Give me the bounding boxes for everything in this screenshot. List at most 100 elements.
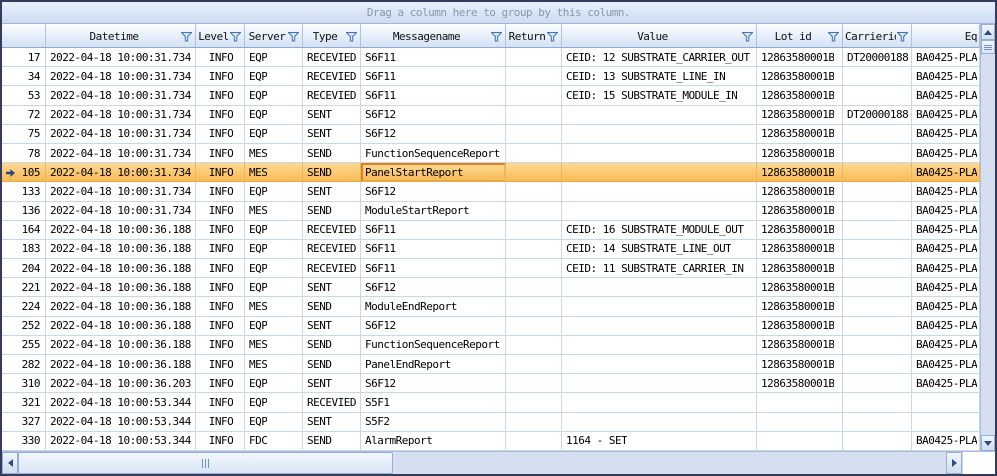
horizontal-scroll-track[interactable] [393,452,946,474]
cell-return[interactable] [506,221,562,240]
cell-level[interactable]: INFO [196,106,245,125]
cell-value[interactable] [562,393,757,412]
cell-return[interactable] [506,432,562,451]
cell-datetime[interactable]: 2022-04-18 10:00:31.734 [46,106,196,125]
filter-icon[interactable] [180,30,193,42]
column-header-value[interactable]: Value [562,24,757,48]
cell-server[interactable]: EQP [245,240,303,259]
row-indicator[interactable]: 327 [2,413,46,432]
cell-return[interactable] [506,48,562,67]
cell-type[interactable]: SENT [303,125,361,144]
scroll-right-button[interactable] [946,452,962,474]
cell-type[interactable]: SEND [303,144,361,163]
cell-server[interactable]: EQP [245,278,303,297]
cell-messagename[interactable]: S6F12 [361,106,506,125]
cell-server[interactable]: EQP [245,86,303,105]
filter-icon[interactable] [287,30,300,42]
cell-value[interactable]: CEID: 15 SUBSTRATE_MODULE_IN [562,86,757,105]
cell-eq[interactable]: BA0425-PLA [912,240,980,259]
vertical-scroll-thumb[interactable] [981,40,995,54]
cell-messagename[interactable]: S6F12 [361,317,506,336]
cell-server[interactable]: EQP [245,413,303,432]
cell-eq[interactable]: BA0425-PLA [912,432,980,451]
cell-value[interactable] [562,182,757,201]
cell-datetime[interactable]: 2022-04-18 10:00:53.344 [46,413,196,432]
cell-lot-id[interactable] [757,393,843,412]
cell-type[interactable]: SEND [303,432,361,451]
cell-messagename[interactable]: S6F11 [361,86,506,105]
cell-value[interactable] [562,202,757,221]
row-indicator[interactable]: 310 [2,374,46,393]
cell-return[interactable] [506,125,562,144]
cell-lot-id[interactable]: 12863580001B [757,297,843,316]
cell-eq[interactable]: BA0425-PLA [912,163,980,182]
cell-lot-id[interactable]: 12863580001B [757,317,843,336]
cell-lot-id[interactable]: 12863580001B [757,221,843,240]
cell-messagename[interactable]: S6F11 [361,48,506,67]
cell-value[interactable] [562,355,757,374]
filter-icon[interactable] [827,30,840,42]
table-row[interactable]: 2552022-04-18 10:00:36.188INFOMESSENDFun… [2,336,980,355]
cell-level[interactable]: INFO [196,48,245,67]
cell-datetime[interactable]: 2022-04-18 10:00:36.188 [46,297,196,316]
cell-carrierid[interactable] [843,259,912,278]
cell-server[interactable]: MES [245,355,303,374]
cell-lot-id[interactable]: 12863580001B [757,106,843,125]
cell-level[interactable]: INFO [196,432,245,451]
cell-return[interactable] [506,413,562,432]
row-indicator[interactable]: 133 [2,182,46,201]
cell-carrierid[interactable] [843,240,912,259]
cell-messagename[interactable]: S6F12 [361,374,506,393]
cell-level[interactable]: INFO [196,317,245,336]
cell-level[interactable]: INFO [196,202,245,221]
cell-server[interactable]: EQP [245,67,303,86]
cell-return[interactable] [506,144,562,163]
cell-eq[interactable] [912,393,980,412]
cell-lot-id[interactable]: 12863580001B [757,125,843,144]
cell-return[interactable] [506,259,562,278]
cell-datetime[interactable]: 2022-04-18 10:00:36.188 [46,259,196,278]
cell-lot-id[interactable]: 12863580001B [757,48,843,67]
row-indicator[interactable]: 224 [2,297,46,316]
cell-lot-id[interactable]: 12863580001B [757,144,843,163]
cell-carrierid[interactable] [843,317,912,336]
cell-return[interactable] [506,163,562,182]
scroll-left-button[interactable] [2,452,18,474]
cell-server[interactable]: EQP [245,125,303,144]
cell-value[interactable] [562,374,757,393]
cell-eq[interactable]: BA0425-PLA [912,278,980,297]
cell-value[interactable] [562,297,757,316]
cell-lot-id[interactable]: 12863580001B [757,259,843,278]
cell-return[interactable] [506,202,562,221]
cell-server[interactable]: EQP [245,374,303,393]
table-row[interactable]: 342022-04-18 10:00:31.734INFOEQPRECEVIED… [2,67,980,86]
cell-type[interactable]: SEND [303,297,361,316]
cell-type[interactable]: SEND [303,163,361,182]
cell-messagename[interactable]: S6F11 [361,221,506,240]
cell-datetime[interactable]: 2022-04-18 10:00:31.734 [46,144,196,163]
column-header-messagename[interactable]: Messagename [361,24,506,48]
cell-eq[interactable]: BA0425-PLA [912,221,980,240]
cell-type[interactable]: SENT [303,413,361,432]
cell-type[interactable]: SENT [303,278,361,297]
cell-carrierid[interactable] [843,221,912,240]
cell-eq[interactable]: BA0425-PLA [912,259,980,278]
cell-eq[interactable]: BA0425-PLA [912,297,980,316]
table-row[interactable]: 3272022-04-18 10:00:53.344INFOEQPSENTS5F… [2,413,980,432]
cell-eq[interactable]: BA0425-PLA [912,355,980,374]
cell-value[interactable] [562,144,757,163]
cell-type[interactable]: RECEVIED [303,259,361,278]
cell-type[interactable]: SENT [303,374,361,393]
table-row[interactable]: 1052022-04-18 10:00:31.734INFOMESSENDPan… [2,163,980,182]
filter-icon[interactable] [345,30,358,42]
cell-server[interactable]: EQP [245,393,303,412]
cell-type[interactable]: RECEVIED [303,240,361,259]
row-indicator[interactable]: 72 [2,106,46,125]
cell-messagename[interactable]: AlarmReport [361,432,506,451]
cell-lot-id[interactable] [757,432,843,451]
cell-lot-id[interactable]: 12863580001B [757,278,843,297]
cell-level[interactable]: INFO [196,374,245,393]
row-indicator[interactable]: 75 [2,125,46,144]
column-header-return[interactable]: Return [506,24,562,48]
cell-return[interactable] [506,317,562,336]
